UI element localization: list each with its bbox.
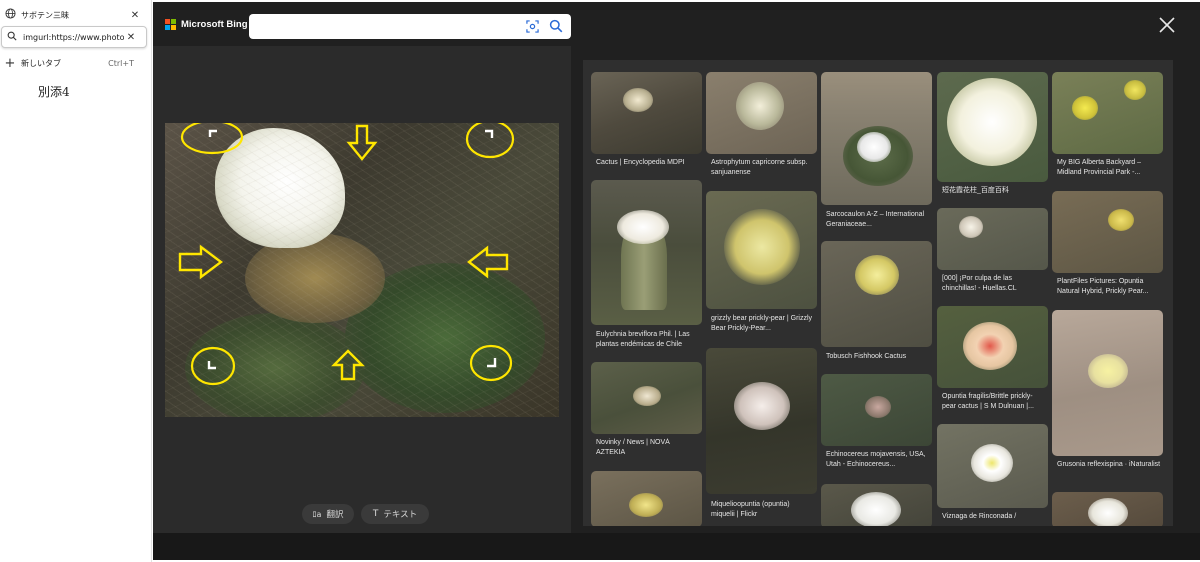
shortcut-hint: Ctrl+T [108,58,134,68]
text-button[interactable]: T テキスト [361,504,429,524]
crop-annotation-overlay [178,123,515,386]
text-icon: T [372,509,379,519]
bing-visual-search-panel: Microsoft Bing ﾛa 翻訳 T テキスト Cactus | Enc… [153,2,1200,560]
bing-logo[interactable]: Microsoft Bing [165,19,248,30]
result-card[interactable]: Cactus | Encyclopedia MDPI [591,72,702,177]
close-tab-icon[interactable]: ✕ [128,10,142,21]
result-thumbnail [821,72,932,205]
result-card[interactable]: PlantFiles Pictures: Opuntia Natural Hyb… [1052,191,1163,301]
result-caption: Eulychnia breviflora Phil. | Las plantas… [596,331,690,348]
result-card[interactable]: Miquelioopuntia (opuntia) miquelii | Fli… [706,348,817,526]
result-thumbnail [591,72,702,154]
result-caption: Grusonia reflexispina · iNaturalist [1057,461,1161,468]
results-pane: Cactus | Encyclopedia MDPI Eulychnia bre… [571,46,1200,533]
tab-label: 新しいタブ [21,58,61,68]
result-card[interactable]: 短花霞花柱_百度百科 [937,72,1048,202]
result-thumbnail [706,72,817,154]
result-card[interactable] [821,484,932,526]
new-tab-button[interactable]: + 新しいタブ Ctrl+T [0,52,150,74]
browser-sidebar: サボテン三昧 ✕ imgurl:https://www.photobb.net/… [0,0,152,562]
result-caption: grizzly bear prickly-pear | Grizzly Bear… [711,315,813,332]
result-card[interactable]: Tobusch Fishhook Cactus [821,241,932,366]
result-thumbnail [937,306,1048,388]
result-thumbnail [591,362,702,434]
close-tab-icon[interactable]: ✕ [124,32,138,43]
result-caption: Cactus | Encyclopedia MDPI [596,159,685,166]
search-icon [5,31,19,44]
result-card[interactable]: Grusonia reflexispina · iNaturalist [1052,310,1163,485]
result-caption: PlantFiles Pictures: Opuntia Natural Hyb… [1057,278,1149,295]
microsoft-logo-icon [165,19,176,30]
visual-search-icon[interactable] [526,20,539,33]
result-card[interactable]: Viznaga de Rinconada / [937,424,1048,526]
result-card[interactable]: My BIG Alberta Backyard – Midland Provin… [1052,72,1163,188]
close-icon[interactable] [1158,16,1176,34]
tab-label: imgurl:https://www.photobb.net/ [23,32,124,42]
result-card[interactable]: Opuntia fragilis/Brittle prickly-pear ca… [937,306,1048,416]
image-preview-pane: ﾛa 翻訳 T テキスト [153,46,571,533]
globe-icon [3,8,17,22]
result-thumbnail [937,72,1048,182]
result-card[interactable] [1052,492,1163,526]
bottom-bar [153,533,1200,560]
bing-header: Microsoft Bing [153,2,1200,46]
result-thumbnail [706,191,817,309]
result-thumbnail [591,180,702,325]
result-caption: 短花霞花柱_百度百科 [942,187,1009,194]
tab-imgurl-search[interactable]: imgurl:https://www.photobb.net/ ✕ [1,26,147,48]
tab-sabotensanmai[interactable]: サボテン三昧 ✕ [0,4,150,26]
result-caption: My BIG Alberta Backyard – Midland Provin… [1057,159,1142,176]
result-caption: Astrophytum capricorne subsp. sanjuanens… [711,159,808,176]
result-caption: Tobusch Fishhook Cactus [826,353,907,360]
result-caption: Viznaga de Rinconada / [942,513,1017,520]
result-card[interactable]: [000] ¡Por culpa de las chinchillas! - H… [937,208,1048,300]
result-thumbnail [1052,310,1163,456]
brand-name: Microsoft Bing [181,19,248,30]
result-thumbnail [706,348,817,494]
search-icon[interactable] [549,19,563,33]
result-card[interactable]: Echinocereus mojavensis, USA, Utah - Ech… [821,374,932,474]
search-box [249,14,571,39]
result-caption: [000] ¡Por culpa de las chinchillas! - H… [942,275,1017,292]
result-caption: Opuntia fragilis/Brittle prickly-pear ca… [942,393,1034,410]
result-card[interactable] [591,471,702,526]
result-thumbnail [1052,492,1163,526]
translate-label: 翻訳 [326,510,344,520]
note-label: 別添4 [38,85,70,99]
result-card[interactable]: Eulychnia breviflora Phil. | Las plantas… [591,180,702,358]
result-card[interactable]: grizzly bear prickly-pear | Grizzly Bear… [706,191,817,341]
result-card[interactable]: Sarcocaulon A-Z – International Geraniac… [821,72,932,232]
search-input[interactable] [255,18,515,35]
result-thumbnail [821,241,932,347]
result-caption: Sarcocaulon A-Z – International Geraniac… [826,211,925,228]
similar-images-grid: Cactus | Encyclopedia MDPI Eulychnia bre… [583,60,1173,526]
result-thumbnail [1052,72,1163,154]
translate-button[interactable]: ﾛa 翻訳 [302,504,354,524]
result-thumbnail [821,484,932,526]
result-thumbnail [821,374,932,446]
result-thumbnail [937,208,1048,270]
result-card[interactable]: Astrophytum capricorne subsp. sanjuanens… [706,72,817,184]
result-card[interactable]: Novinky / News | NOVÁ AZTEKIA [591,362,702,467]
result-thumbnail [1052,191,1163,273]
text-label: テキスト [383,510,418,520]
result-caption: Echinocereus mojavensis, USA, Utah - Ech… [826,451,926,468]
tab-label: サボテン三昧 [21,10,69,20]
result-thumbnail [937,424,1048,508]
result-caption: Novinky / News | NOVÁ AZTEKIA [596,439,670,456]
query-image[interactable] [165,123,559,417]
result-caption: Miquelioopuntia (opuntia) miquelii | Fli… [711,501,790,518]
result-thumbnail [591,471,702,526]
translate-icon: ﾛa [312,509,322,519]
plus-icon: + [4,55,16,71]
